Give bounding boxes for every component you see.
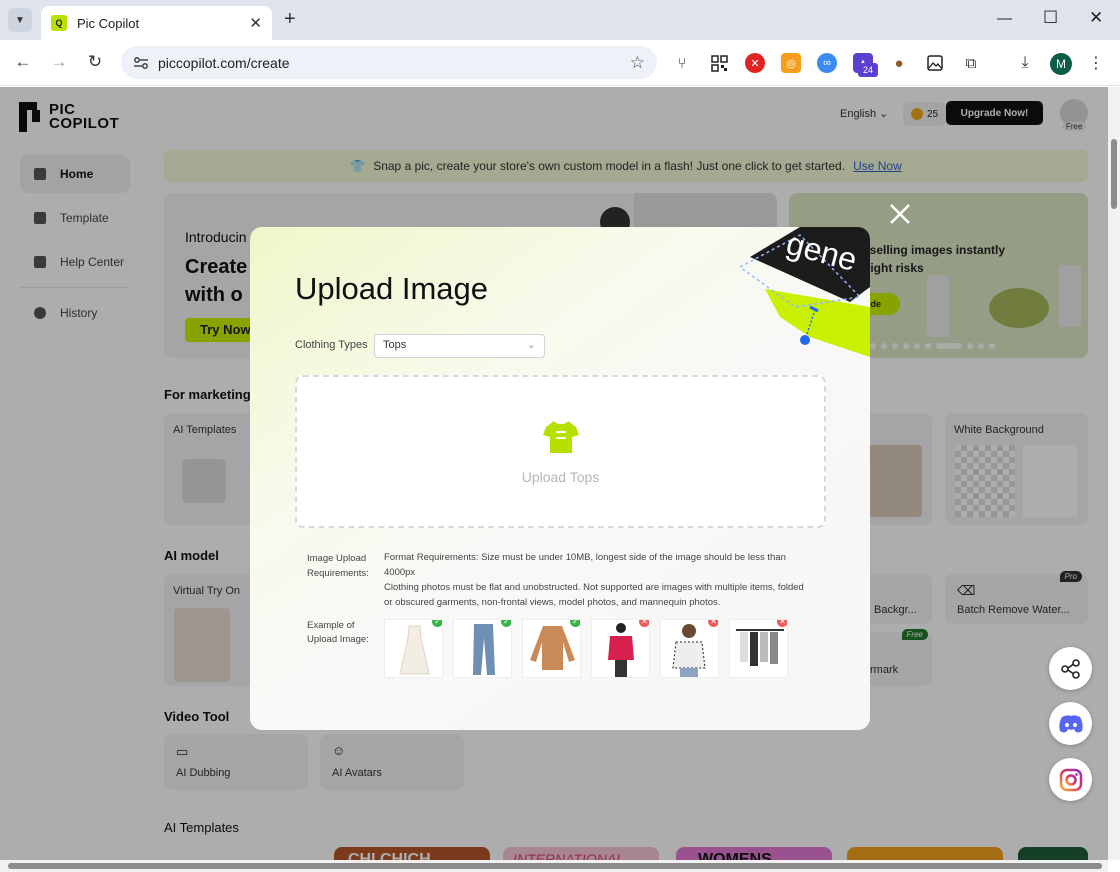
chevron-down-icon: ⌄ bbox=[526, 339, 536, 351]
upload-dropzone[interactable]: Upload Tops bbox=[295, 375, 826, 528]
clothing-types-label: Clothing Types bbox=[295, 339, 368, 351]
extension-fork-icon[interactable]: ⑂ bbox=[672, 53, 692, 73]
address-bar[interactable]: piccopilot.com/create ☆ bbox=[121, 46, 657, 79]
qr-code-icon[interactable] bbox=[709, 53, 729, 73]
example-image-clothes-rack: ✕ bbox=[729, 619, 788, 678]
active-tab[interactable]: Q Pic Copilot ✕ bbox=[41, 6, 272, 40]
reload-button[interactable]: ↻ bbox=[84, 52, 106, 72]
vertical-scrollbar[interactable] bbox=[1108, 87, 1120, 860]
tab-search-button[interactable]: ▼ bbox=[8, 8, 32, 32]
forward-button[interactable]: → bbox=[48, 52, 70, 72]
new-tab-button[interactable]: + bbox=[284, 9, 296, 29]
maximize-button[interactable]: ☐ bbox=[1043, 8, 1058, 28]
share-icon bbox=[1060, 658, 1080, 679]
site-info-icon[interactable] bbox=[133, 55, 149, 71]
requirements-label: Image Upload Requirements: bbox=[307, 553, 369, 579]
extension-badge-count: 24 bbox=[858, 63, 878, 77]
translate-extension-icon[interactable]: ◎ bbox=[781, 53, 801, 73]
back-button[interactable]: ← bbox=[12, 52, 34, 72]
tab-close-icon[interactable]: ✕ bbox=[249, 14, 262, 32]
horizontal-scrollbar-thumb[interactable] bbox=[8, 863, 1102, 869]
bookmark-star-icon[interactable]: ☆ bbox=[630, 53, 645, 73]
extensions-puzzle-icon[interactable]: ⧉ bbox=[961, 53, 981, 73]
requirements-format: Format Requirements: Size must be under … bbox=[384, 552, 786, 578]
discord-button[interactable] bbox=[1049, 702, 1092, 745]
profile-avatar[interactable]: M bbox=[1050, 53, 1072, 75]
requirements-clothing: Clothing photos must be flat and unobstr… bbox=[384, 582, 804, 608]
example-image-jeans: ✓ bbox=[453, 619, 512, 678]
image-extension-icon[interactable] bbox=[925, 53, 945, 73]
close-window-button[interactable]: ✕ bbox=[1089, 8, 1103, 28]
discord-icon bbox=[1058, 714, 1083, 732]
tab-strip: ▼ Q Pic Copilot ✕ + — ☐ ✕ bbox=[0, 0, 1120, 40]
example-image-sweater: ✓ bbox=[522, 619, 581, 678]
example-label: Example of Upload Image: bbox=[307, 620, 369, 645]
example-image-model: ✕ bbox=[660, 619, 719, 678]
example-image-white-dress: ✓ bbox=[384, 619, 443, 678]
share-button[interactable] bbox=[1049, 647, 1092, 690]
modal-decoration-image: gene bbox=[738, 227, 870, 357]
link-extension-icon[interactable]: ∞ bbox=[817, 53, 837, 73]
close-modal-icon[interactable] bbox=[886, 200, 914, 228]
url-text: piccopilot.com/create bbox=[158, 54, 290, 71]
block-extension-icon[interactable]: ✕ bbox=[745, 53, 765, 73]
upload-tops-label: Upload Tops bbox=[521, 469, 600, 485]
upload-image-modal: gene Upload Image Clothing Types Tops ⌄ … bbox=[250, 227, 870, 730]
vertical-scrollbar-thumb[interactable] bbox=[1111, 139, 1117, 209]
browser-menu-icon[interactable]: ⋮ bbox=[1086, 53, 1106, 73]
cookie-extension-icon[interactable]: ● bbox=[889, 53, 909, 73]
horizontal-scrollbar[interactable] bbox=[0, 860, 1108, 872]
requirements-text: Format Requirements: Size must be under … bbox=[384, 550, 814, 610]
clothing-type-value: Tops bbox=[383, 339, 407, 351]
instagram-button[interactable] bbox=[1049, 758, 1092, 801]
pic-copilot-favicon-icon: Q bbox=[51, 15, 67, 31]
modal-title: Upload Image bbox=[295, 271, 489, 306]
clothing-types-select[interactable]: Tops ⌄ bbox=[374, 334, 545, 358]
t-shirt-icon bbox=[542, 419, 580, 455]
download-icon[interactable]: ⤓ bbox=[1015, 53, 1035, 73]
browser-toolbar: ← → ↻ piccopilot.com/create ☆ ⑂ ✕ ◎ ∞ ▲ … bbox=[0, 40, 1120, 86]
instagram-icon bbox=[1059, 768, 1082, 791]
tab-title: Pic Copilot bbox=[77, 15, 140, 31]
example-image-mannequin: ✕ bbox=[591, 619, 650, 678]
minimize-button[interactable]: — bbox=[997, 10, 1012, 27]
